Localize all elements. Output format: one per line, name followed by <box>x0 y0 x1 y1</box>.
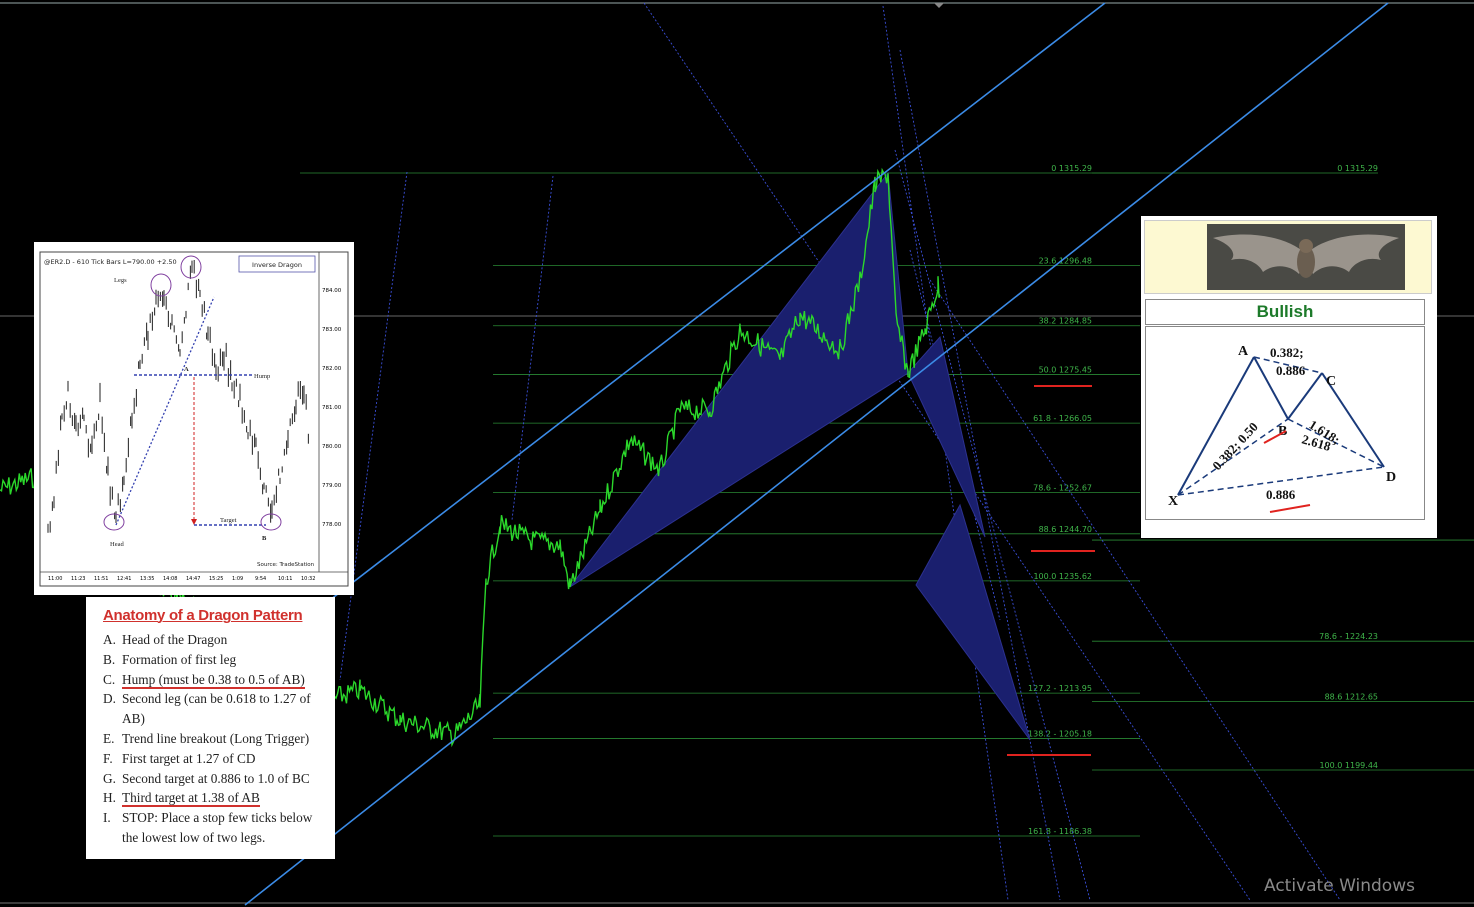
dragon-anatomy-title: Anatomy of a Dragon Pattern <box>103 607 303 624</box>
dragon-y-tick: 780.00 <box>322 444 342 450</box>
legs-label: Legs <box>114 277 127 284</box>
item-key: B. <box>103 651 116 667</box>
bat-pattern-diagram: A C B D X 0.382; 0.886 0.382; 0.50 1.618… <box>1145 326 1425 520</box>
fib-label-left: 78.6 - 1252.67 <box>1033 483 1092 492</box>
dragon-x-tick: 10:32 <box>301 576 315 582</box>
item-text: Second target at 0.886 to 1.0 of BC <box>122 770 310 786</box>
item-text: Formation of first leg <box>122 651 237 667</box>
item-text: Hump (must be 0.38 to 0.5 of AB) <box>122 671 305 689</box>
ratio-ab: 0.382; <box>1270 345 1304 360</box>
top-marker <box>934 3 944 8</box>
fib-label-right: 78.6 - 1224.23 <box>1319 632 1378 641</box>
item-key: G. <box>103 770 116 786</box>
bat-point-a: A <box>1238 344 1249 359</box>
fib-label-left: 61.8 - 1266.05 <box>1033 414 1092 423</box>
fib-label-left: 138.2 - 1205.18 <box>1028 730 1092 739</box>
bat-photo <box>1207 224 1405 290</box>
item-key: D. <box>103 691 116 707</box>
dragon-chart-svg: @ER2.D - 610 Tick Bars L=790.00 +2.50 In… <box>39 251 349 587</box>
bullish-title: Bullish <box>1145 299 1425 325</box>
highlight-underlines <box>1007 385 1095 756</box>
hump-label: Hump <box>254 373 270 380</box>
dragon-x-tick: 13:35 <box>140 576 154 582</box>
item-text: Third target at 1.38 of AB <box>122 790 260 808</box>
dragon-anatomy-item: B. Formation of first leg <box>103 650 329 670</box>
bat-header <box>1144 220 1432 294</box>
bat-point-x: X <box>1168 494 1178 509</box>
fib-label-left: 100.0 1235.62 <box>1033 572 1092 581</box>
fib-label-right: 0 1315.29 <box>1337 164 1378 173</box>
item-key: A. <box>103 632 116 647</box>
ratio-ab-2: 0.886 <box>1276 363 1306 378</box>
dragon-x-tick: 10:11 <box>278 576 292 582</box>
item-text: STOP: Place a stop few ticks below the l… <box>122 810 313 845</box>
dragon-y-tick: 782.00 <box>322 366 342 372</box>
dragon-y-tick: 779.00 <box>322 483 342 489</box>
point-a-label: A <box>184 366 189 373</box>
source-label: Source: TradeStation <box>257 562 315 568</box>
dragon-x-tick: 9:54 <box>255 576 266 582</box>
target-label: Target <box>220 517 237 524</box>
item-text: Second leg (can be 0.618 to 1.27 of AB) <box>122 691 311 727</box>
point-b-label: B <box>262 535 267 542</box>
dragon-x-tick: 11:23 <box>71 576 85 582</box>
dragon-x-tick: 12:41 <box>117 576 131 582</box>
item-key: F. <box>103 750 113 766</box>
bat-point-c: C <box>1326 374 1336 389</box>
dragon-anatomy-items: A. Head of the Dragon B. Formation of first… <box>86 630 335 848</box>
dragon-y-tick: 783.00 <box>322 327 342 333</box>
pattern-triangles <box>569 171 1031 741</box>
fib-label-left: 88.6 1244.70 <box>1039 525 1092 534</box>
item-text: Trend line breakout (Long Trigger) <box>122 730 310 746</box>
dragon-y-tick: 778.00 <box>322 522 342 528</box>
fib-label-left: 50.0 1275.45 <box>1039 365 1092 374</box>
item-key: H. <box>103 790 116 806</box>
dragon-x-tick: 1:09 <box>232 576 243 582</box>
fib-label-left: 161.8 - 1186.38 <box>1028 827 1092 836</box>
dragon-anatomy-item: G. Second target at 0.886 to 1.0 of BC <box>103 769 329 789</box>
bullish-bat-panel: Bullish A C B D X 0.382; 0.886 0.382; 0.… <box>1141 216 1437 538</box>
fib-label-left: 127.2 - 1213.95 <box>1028 684 1092 693</box>
dragon-y-tick: 784.00 <box>322 288 342 294</box>
head-label: Head <box>110 541 124 548</box>
dragon-anatomy-item: A. Head of the Dragon <box>103 630 329 650</box>
dragon-anatomy-item: C. Hump (must be 0.38 to 0.5 of AB) <box>103 670 329 690</box>
fib-label-right: 100.0 1199.44 <box>1319 761 1378 770</box>
dragon-anatomy-item: E. Trend line breakout (Long Trigger) <box>103 729 329 749</box>
dragon-header: @ER2.D - 610 Tick Bars L=790.00 +2.50 <box>44 258 177 266</box>
dragon-anatomy-item: D. Second leg (can be 0.618 to 1.27 of AB… <box>103 689 329 729</box>
item-key: C. <box>103 671 116 687</box>
dragon-x-tick: 14:47 <box>186 576 200 582</box>
dragon-y-tick: 781.00 <box>322 405 342 411</box>
dragon-x-tick: 14:08 <box>163 576 177 582</box>
dragon-anatomy-list: Anatomy of a Dragon Pattern A. Head of th… <box>86 597 335 859</box>
activate-windows-watermark: Activate Windows <box>1264 876 1415 896</box>
dragon-anatomy-item: H. Third target at 1.38 of AB <box>103 788 329 808</box>
fib-label-right: 88.6 1212.65 <box>1325 692 1378 701</box>
item-key: E. <box>103 730 115 746</box>
dragon-anatomy-item: I. STOP: Place a stop few ticks below the… <box>103 808 329 848</box>
bat-point-d: D <box>1386 470 1396 485</box>
item-key: I. <box>103 810 111 826</box>
item-text: First target at 1.27 of CD <box>122 750 256 766</box>
fib-label-left: 38.2 1284.85 <box>1039 317 1092 326</box>
dragon-pattern-chart: @ER2.D - 610 Tick Bars L=790.00 +2.50 In… <box>34 242 354 595</box>
dragon-anatomy-item: F. First target at 1.27 of CD <box>103 749 329 769</box>
dragon-x-tick: 15:25 <box>209 576 223 582</box>
ratio-xd: 0.886 <box>1266 487 1296 502</box>
dragon-x-tick: 11:51 <box>94 576 108 582</box>
ratio-xb: 0.382; 0.50 <box>1209 419 1261 473</box>
fib-label-left: 0 1315.29 <box>1051 164 1092 173</box>
inverse-dragon-badge: Inverse Dragon <box>252 261 302 269</box>
item-text: Head of the Dragon <box>122 632 228 647</box>
dragon-x-tick: 11:00 <box>48 576 62 582</box>
